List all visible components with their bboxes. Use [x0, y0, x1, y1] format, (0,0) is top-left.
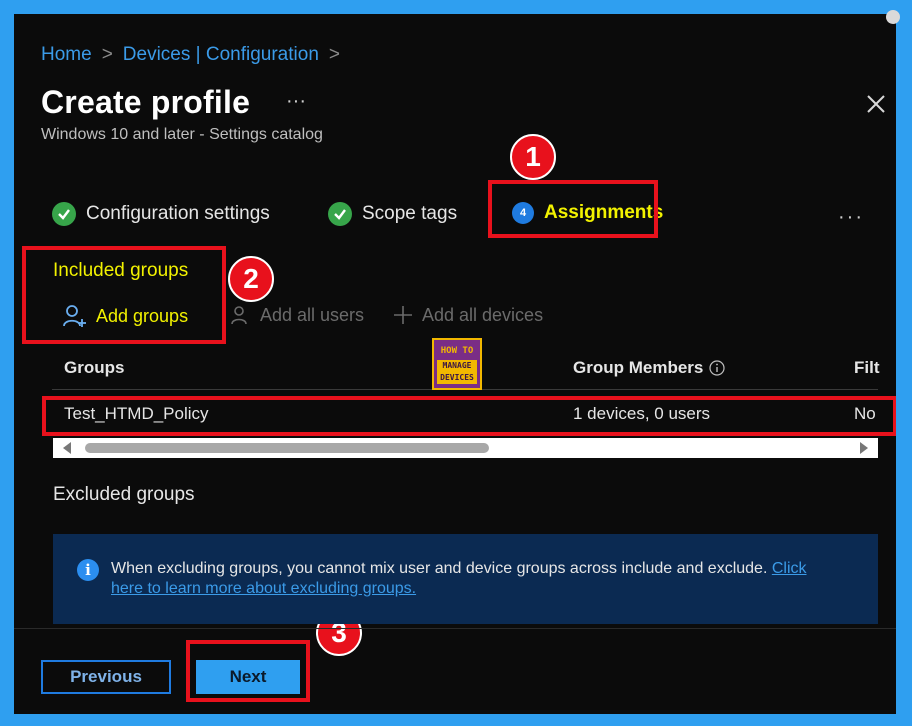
howto-manage-devices-logo: HOW TO MANAGE DEVICES	[432, 338, 482, 390]
column-header-group-members[interactable]: Group Members	[573, 358, 725, 378]
page-title: Create profile	[41, 84, 251, 120]
add-all-devices-button[interactable]: Add all devices	[392, 304, 543, 326]
included-groups-heading: Included groups	[53, 260, 189, 281]
annotation-badge-1: 1	[510, 134, 556, 180]
plus-icon	[394, 306, 412, 324]
footer-divider	[14, 628, 896, 629]
scroll-right-arrow-icon[interactable]	[860, 442, 868, 454]
breadcrumb-home[interactable]: Home	[41, 44, 92, 66]
column-header-label: Group Members	[573, 358, 704, 377]
column-header-filter[interactable]: Filt	[854, 358, 880, 378]
learn-more-link-continued[interactable]: here to learn more about excluding group…	[111, 580, 416, 597]
tab-configuration-settings[interactable]: Configuration settings	[52, 202, 270, 226]
add-groups-button[interactable]: Add groups	[62, 304, 188, 328]
checkmark-icon	[328, 202, 352, 226]
add-all-users-label: Add all users	[260, 304, 365, 325]
close-button[interactable]	[862, 90, 890, 118]
checkmark-icon	[52, 202, 76, 226]
excluded-groups-heading: Excluded groups	[53, 484, 195, 505]
breadcrumb-separator: >	[328, 44, 340, 65]
breadcrumb-separator: >	[101, 44, 113, 65]
add-all-devices-label: Add all devices	[422, 304, 544, 325]
annotation-badge-2: 2	[228, 256, 274, 302]
learn-more-link[interactable]: Click	[772, 560, 807, 577]
corner-dot	[886, 10, 900, 24]
step-label: Configuration settings	[86, 203, 270, 224]
page-subtitle: Windows 10 and later - Settings catalog	[41, 126, 323, 143]
cell-group-name: Test_HTMD_Policy	[64, 404, 209, 423]
table-row[interactable]: Test_HTMD_Policy 1 devices, 0 users No	[52, 396, 878, 432]
add-person-icon	[63, 305, 86, 327]
add-groups-label: Add groups	[96, 305, 189, 326]
add-all-users-button[interactable]: Add all users	[230, 304, 364, 326]
steps-more-button[interactable]: ···	[838, 206, 864, 229]
users-icon	[231, 306, 247, 325]
exclusion-info-banner: i When excluding groups, you cannot mix …	[53, 534, 878, 624]
cell-group-members: 1 devices, 0 users	[573, 404, 711, 423]
scroll-thumb[interactable]	[85, 443, 489, 453]
close-icon	[867, 95, 885, 113]
table-horizontal-scrollbar[interactable]	[53, 438, 878, 458]
previous-button[interactable]: Previous	[41, 660, 171, 694]
create-profile-panel: Home > Devices | Configuration > Create …	[14, 14, 896, 714]
tab-scope-tags[interactable]: Scope tags	[328, 202, 457, 226]
scroll-left-arrow-icon[interactable]	[63, 442, 71, 454]
info-icon: i	[77, 559, 99, 581]
info-banner-text: When excluding groups, you cannot mix us…	[111, 560, 807, 597]
cell-filter: No	[854, 404, 876, 423]
info-icon[interactable]	[709, 360, 725, 376]
breadcrumb-devices-configuration[interactable]: Devices | Configuration	[123, 44, 319, 66]
step-label: Scope tags	[362, 203, 458, 224]
column-header-groups[interactable]: Groups	[64, 358, 124, 378]
annotation-box-assignments	[488, 180, 658, 238]
breadcrumb: Home > Devices | Configuration >	[41, 44, 340, 66]
next-button[interactable]: Next	[196, 660, 300, 694]
title-more-button[interactable]: ···	[286, 90, 306, 113]
